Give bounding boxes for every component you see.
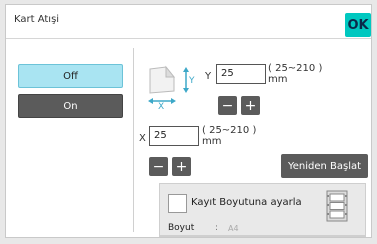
svg-text:X: X bbox=[158, 102, 164, 109]
x-input[interactable]: 25 bbox=[149, 126, 199, 146]
divider bbox=[160, 235, 365, 236]
y-range: ( 25~210 ) mm bbox=[268, 63, 322, 85]
svg-text:Y: Y bbox=[188, 76, 195, 86]
size-label: Boyut bbox=[168, 223, 195, 233]
title-bar: Kart Atışi OK bbox=[6, 5, 371, 39]
y-minus-button[interactable]: − bbox=[218, 96, 237, 115]
x-plus-button[interactable]: + bbox=[172, 157, 191, 176]
x-unit: mm bbox=[202, 136, 222, 147]
card-shot-dialog: Kart Atışi OK Off On X Y Y 25 ( 25~210 )… bbox=[5, 4, 372, 238]
x-minus-button[interactable]: − bbox=[149, 157, 168, 176]
fit-to-size-checkbox[interactable] bbox=[168, 194, 187, 213]
y-label: Y bbox=[205, 71, 212, 82]
size-colon: : bbox=[215, 223, 219, 233]
x-range-text: ( 25~210 ) bbox=[202, 125, 257, 136]
restart-button[interactable]: Yeniden Başlat bbox=[281, 154, 368, 178]
fit-to-size-group: Kayıt Boyutuna ayarla Boyut : A4 bbox=[159, 183, 366, 237]
y-input[interactable]: 25 bbox=[216, 64, 266, 84]
divider bbox=[133, 48, 134, 232]
fit-to-size-label: Kayıt Boyutuna ayarla bbox=[191, 197, 302, 208]
on-button[interactable]: On bbox=[18, 94, 123, 118]
y-plus-button[interactable]: + bbox=[241, 96, 260, 115]
y-range-text: ( 25~210 ) bbox=[268, 63, 323, 74]
y-unit: mm bbox=[268, 74, 288, 85]
dialog-title: Kart Atışi bbox=[14, 14, 60, 25]
card-scan-xy-icon: X Y bbox=[148, 65, 195, 109]
size-value: A4 bbox=[228, 224, 239, 233]
x-label: X bbox=[139, 133, 146, 144]
off-button[interactable]: Off bbox=[18, 64, 123, 88]
x-range: ( 25~210 ) mm bbox=[202, 125, 256, 147]
film-reel-icon[interactable] bbox=[326, 190, 348, 222]
ok-button[interactable]: OK bbox=[345, 13, 371, 37]
